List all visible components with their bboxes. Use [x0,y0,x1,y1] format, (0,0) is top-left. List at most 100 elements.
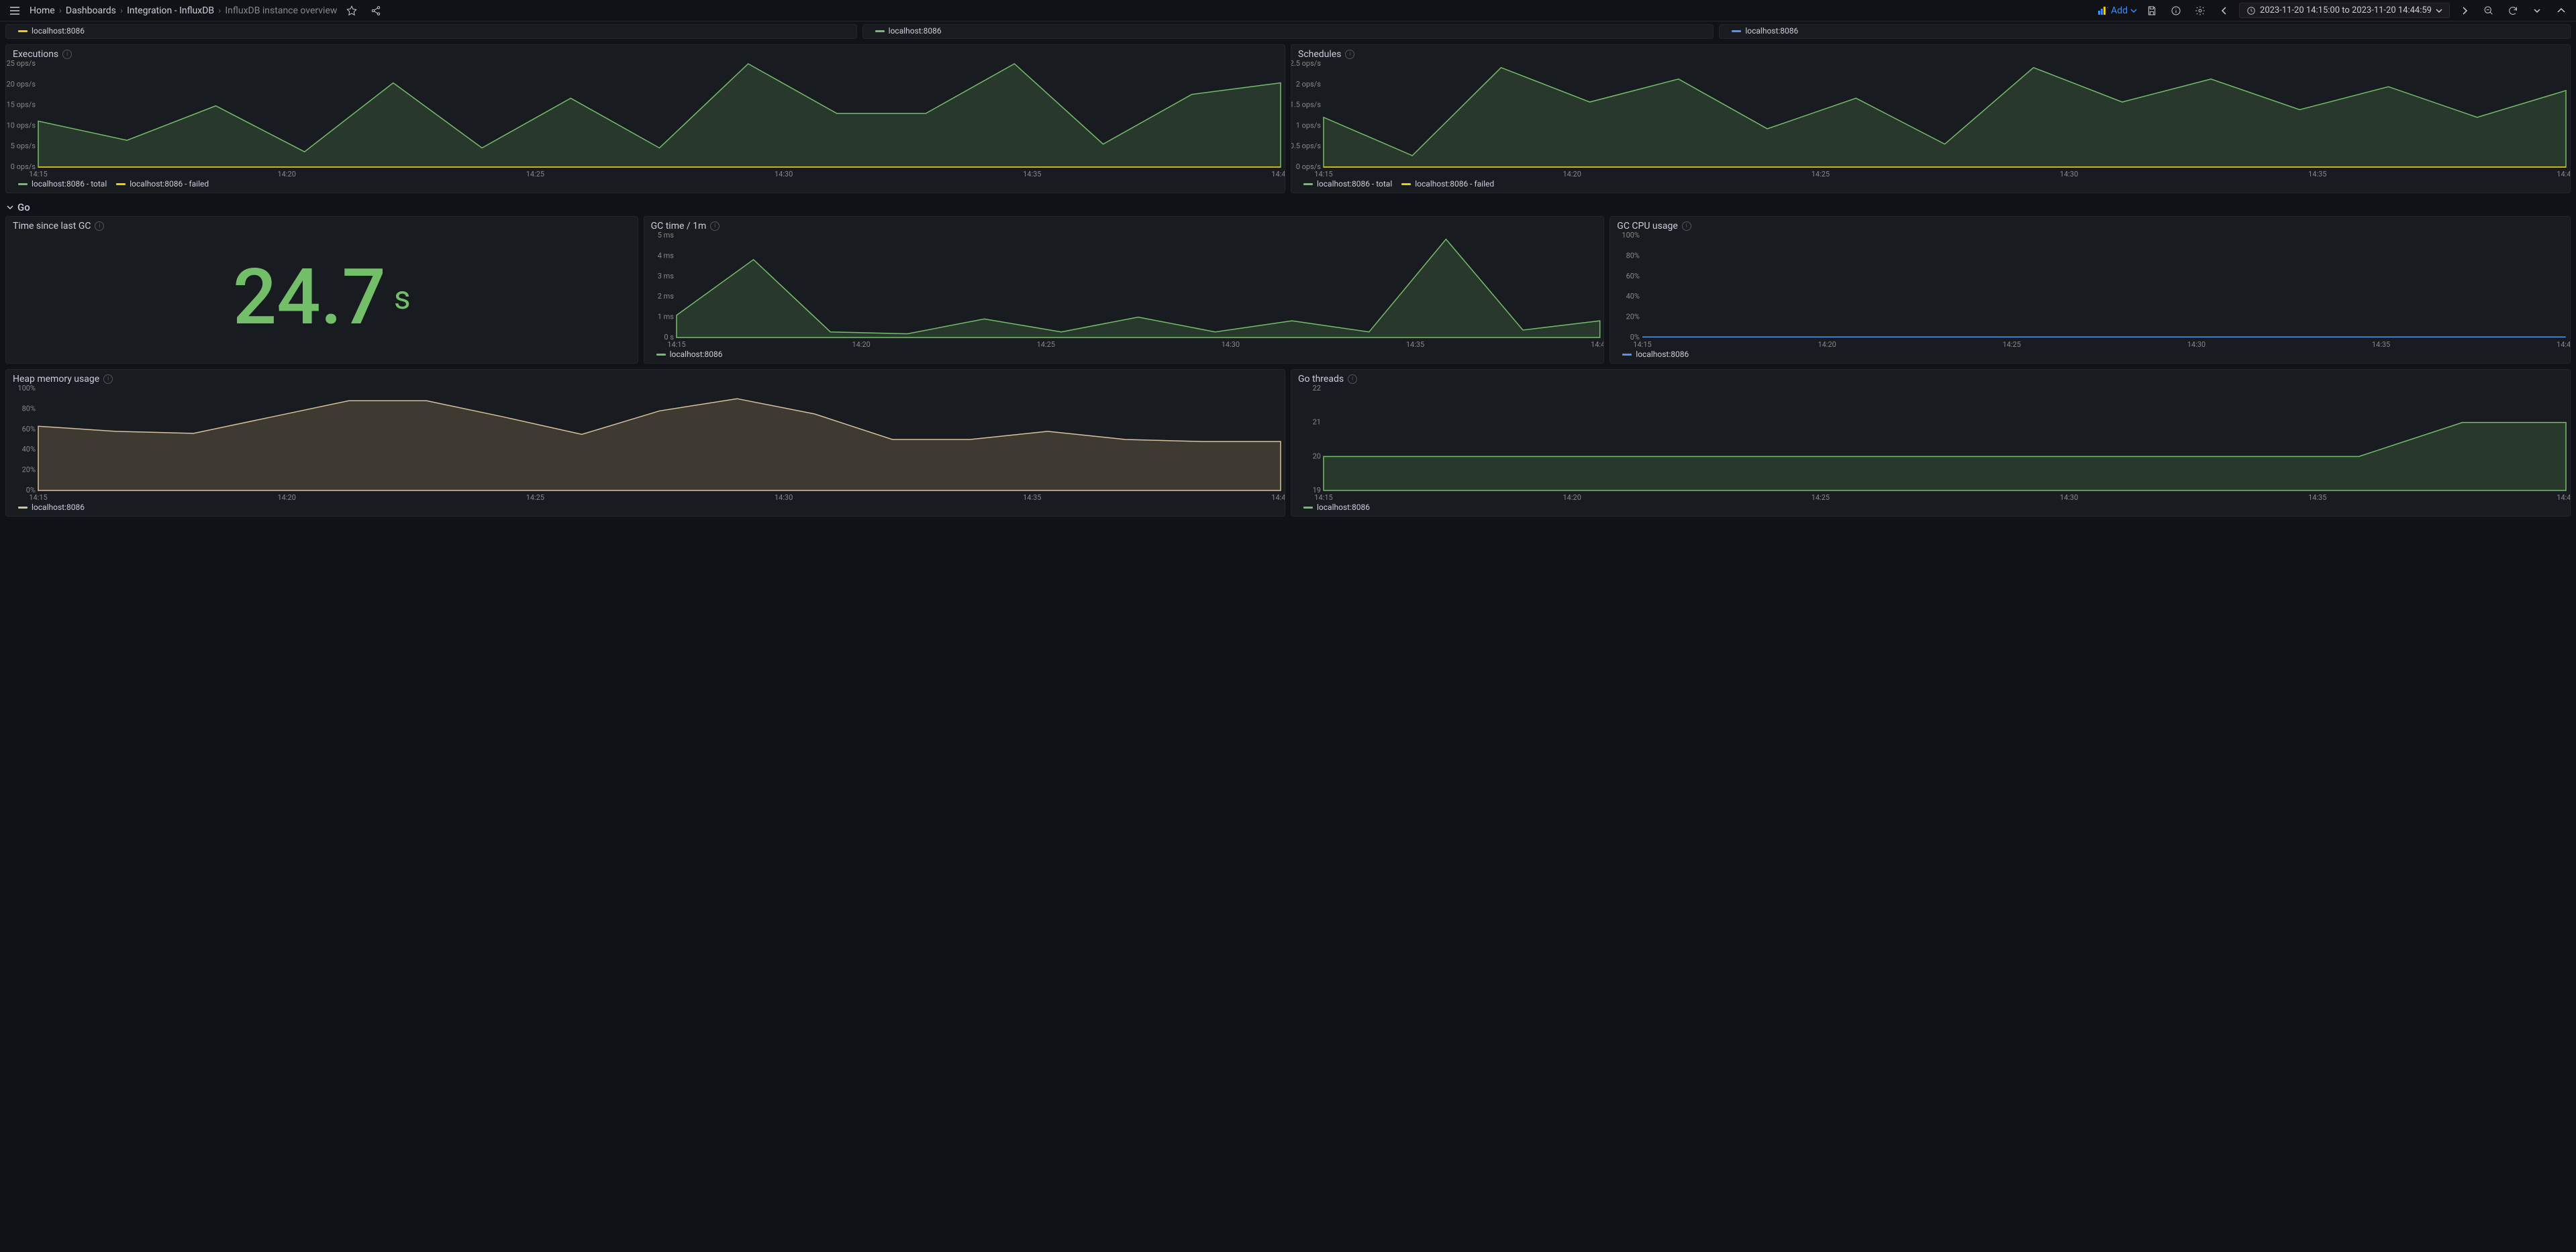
menu-button[interactable] [5,1,24,20]
info-icon[interactable]: i [95,221,104,231]
panel-title: Executionsi [6,45,1285,60]
share-button[interactable] [366,1,385,20]
dashboard-insights-button[interactable] [2167,1,2185,20]
svg-text:15 ops/s: 15 ops/s [7,101,36,109]
executions-chart[interactable]: 0 ops/s5 ops/s10 ops/s15 ops/s20 ops/s25… [6,60,1285,178]
save-button[interactable] [2142,1,2161,20]
svg-text:14:20: 14:20 [1818,340,1836,348]
refresh-button[interactable] [2504,1,2522,20]
time-since-gc-panel[interactable]: Time since last GCi 24.7 s [5,216,638,364]
share-icon [370,5,381,16]
add-button[interactable]: + Add [2097,5,2137,16]
legend-item[interactable]: localhost:8086 [1622,350,1689,359]
timerange-forward-button[interactable] [2455,1,2474,20]
legend-item[interactable]: localhost:8086 - failed [1401,179,1494,189]
legend-item[interactable]: localhost:8086 [1732,26,1798,36]
svg-text:14:30: 14:30 [775,493,793,501]
stat-value: 24.7 [233,259,386,336]
svg-text:14:30: 14:30 [775,170,793,178]
schedules-panel[interactable]: Schedulesi 0 ops/s0.5 ops/s1 ops/s1.5 op… [1291,44,2571,193]
add-label: Add [2111,5,2128,16]
legend-item[interactable]: localhost:8086 [18,26,85,36]
svg-text:14:25: 14:25 [526,170,544,178]
breadcrumb-home[interactable]: Home [30,5,55,16]
svg-text:14:40: 14:40 [1591,340,1604,348]
info-icon[interactable]: i [103,374,113,384]
star-icon [346,5,357,16]
legend-item[interactable]: localhost:8086 - total [18,179,107,189]
timerange-back-button[interactable] [2215,1,2234,20]
info-icon[interactable]: i [1348,374,1357,384]
svg-text:80%: 80% [1626,251,1640,260]
swatch-icon [1622,354,1632,356]
swatch-icon [1401,183,1411,185]
svg-text:1.5 ops/s: 1.5 ops/s [1291,101,1321,109]
favorite-button[interactable] [342,1,361,20]
section-go-header[interactable]: Go [5,199,2571,216]
svg-text:2 ms: 2 ms [657,292,674,301]
svg-text:14:35: 14:35 [1405,340,1424,348]
legend-item[interactable]: localhost:8086 - total [1303,179,1392,189]
timerange-picker[interactable]: 2023-11-20 14:15:00 to 2023-11-20 14:44:… [2239,3,2450,18]
swatch-icon [116,183,126,185]
schedules-chart[interactable]: 0 ops/s0.5 ops/s1 ops/s1.5 ops/s2 ops/s2… [1291,60,2570,178]
partial-panel-0: localhost:8086 [5,24,857,39]
svg-text:22: 22 [1313,384,1321,393]
svg-text:14:35: 14:35 [1023,493,1041,501]
svg-text:14:15: 14:15 [667,340,685,348]
info-icon[interactable]: i [1682,221,1691,231]
legend-item[interactable]: localhost:8086 [875,26,942,36]
legend-item[interactable]: localhost:8086 [18,503,85,512]
dashboard-body[interactable]: localhost:8086 localhost:8086 localhost:… [0,21,2576,1252]
info-icon[interactable]: i [1345,50,1354,59]
svg-text:14:30: 14:30 [2060,170,2078,178]
settings-button[interactable] [2191,1,2210,20]
swatch-icon [18,507,28,509]
add-panel-icon: + [2097,5,2108,16]
svg-text:4 ms: 4 ms [657,251,674,260]
svg-text:14:15: 14:15 [1314,170,1332,178]
svg-text:14:40: 14:40 [2557,340,2570,348]
chevron-down-icon [2130,7,2137,14]
gc-cpu-chart[interactable]: 0%20%40%60%80%100%14:1514:2014:2514:3014… [1610,231,2570,348]
svg-text:14:25: 14:25 [526,493,544,501]
panel-title: Schedulesi [1291,45,2570,60]
gc-time-panel[interactable]: GC time / 1mi 0 s1 ms2 ms3 ms4 ms5 ms14:… [644,216,1605,364]
info-icon[interactable]: i [62,50,72,59]
svg-text:1 ms: 1 ms [657,313,674,321]
swatch-icon [656,354,666,356]
legend-label: localhost:8086 - failed [130,179,209,189]
svg-text:14:20: 14:20 [852,340,870,348]
swatch-icon [1303,507,1313,509]
gc-time-chart[interactable]: 0 s1 ms2 ms3 ms4 ms5 ms14:1514:2014:2514… [644,231,1604,348]
svg-text:100%: 100% [17,384,36,393]
svg-text:14:30: 14:30 [2187,340,2206,348]
breadcrumb-dashboards[interactable]: Dashboards [66,5,116,16]
kiosk-button[interactable] [2552,1,2571,20]
svg-text:14:15: 14:15 [29,170,47,178]
svg-text:14:35: 14:35 [1023,170,1041,178]
gc-cpu-panel[interactable]: GC CPU usagei 0%20%40%60%80%100%14:1514:… [1609,216,2571,364]
heap-panel[interactable]: Heap memory usagei 0%20%40%60%80%100%14:… [5,369,1285,517]
info-circle-icon [2171,5,2181,16]
info-icon[interactable]: i [710,221,720,231]
svg-text:14:20: 14:20 [1563,493,1581,501]
threads-panel[interactable]: Go threadsi 1920212214:1514:2014:2514:30… [1291,369,2571,517]
heap-chart[interactable]: 0%20%40%60%80%100%14:1514:2014:2514:3014… [6,384,1285,501]
legend-item[interactable]: localhost:8086 [1303,503,1370,512]
svg-text:5 ms: 5 ms [657,231,674,240]
refresh-interval-button[interactable] [2528,1,2546,20]
svg-text:20%: 20% [1626,313,1640,321]
legend-label: localhost:8086 - total [1317,179,1392,189]
legend-item[interactable]: localhost:8086 [656,350,723,359]
svg-text:25 ops/s: 25 ops/s [7,60,36,68]
svg-text:40%: 40% [22,445,36,454]
legend-item[interactable]: localhost:8086 - failed [116,179,209,189]
breadcrumb-folder[interactable]: Integration - InfluxDB [127,5,214,16]
threads-chart[interactable]: 1920212214:1514:2014:2514:3014:3514:40 [1291,384,2570,501]
svg-text:20 ops/s: 20 ops/s [7,80,36,89]
svg-text:+: + [2107,5,2108,11]
zoom-out-button[interactable] [2479,1,2498,20]
executions-panel[interactable]: Executionsi 0 ops/s5 ops/s10 ops/s15 ops… [5,44,1285,193]
chevron-left-icon [2220,7,2228,15]
